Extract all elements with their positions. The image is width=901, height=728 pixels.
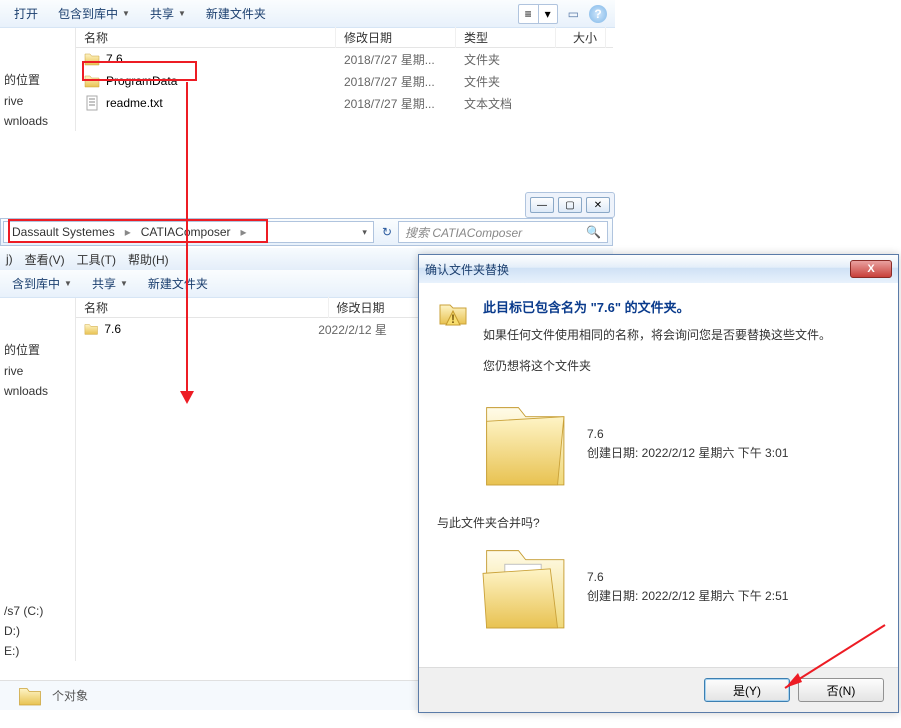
- sidebar-item[interactable]: D:): [0, 621, 75, 641]
- list-item[interactable]: readme.txt 2018/7/27 星期... 文本文档: [76, 92, 613, 114]
- preview-pane-icon[interactable]: ▭: [568, 7, 579, 21]
- chevron-right-icon[interactable]: ▸: [123, 225, 133, 239]
- folder-icon: [84, 321, 98, 337]
- window-controls: — ▢ ✕: [525, 192, 615, 218]
- menu-view[interactable]: 查看(V): [25, 251, 65, 268]
- sidebar-item[interactable]: rive: [0, 91, 75, 111]
- confirm-folder-replace-dialog: 确认文件夹替换 X ! 此目标已包含名为 "7.6" 的文件夹。 如果任何文件使…: [418, 254, 899, 713]
- text-file-icon: [84, 95, 100, 111]
- column-headers-bottom: 名称 修改日期: [76, 298, 426, 318]
- view-mode-button[interactable]: ≡▾: [518, 4, 558, 24]
- folder-info-source: 7.6 创建日期: 2022/2/12 星期六 下午 2:51: [477, 537, 880, 637]
- folder-icon: [18, 684, 42, 708]
- col-type[interactable]: 类型: [456, 27, 556, 48]
- sidebar-item[interactable]: wnloads: [0, 111, 75, 131]
- sidebar-item[interactable]: wnloads: [0, 381, 75, 401]
- sidebar-item[interactable]: 的位置: [0, 68, 75, 91]
- list-item[interactable]: 7.6 2022/2/12 星: [76, 318, 426, 340]
- dialog-title: 确认文件夹替换: [425, 261, 509, 278]
- search-placeholder: 搜索 CATIAComposer: [405, 224, 522, 241]
- folder-created: 创建日期: 2022/2/12 星期六 下午 2:51: [587, 587, 788, 606]
- menu-edit-fragment[interactable]: j): [6, 252, 13, 266]
- yes-button[interactable]: 是(Y): [704, 678, 790, 702]
- folder-large-icon: [477, 394, 569, 494]
- search-input[interactable]: 搜索 CATIAComposer 🔍: [398, 221, 608, 243]
- include-library-button[interactable]: 包含到库中▼: [52, 3, 136, 24]
- address-dropdown[interactable]: ▾: [356, 227, 373, 238]
- address-bar: Dassault Systemes ▸ CATIAComposer ▸ ▾ ↻ …: [0, 218, 613, 246]
- minimize-button[interactable]: —: [530, 197, 554, 213]
- file-name: ProgramData: [106, 74, 344, 88]
- dialog-explain: 如果任何文件使用相同的名称，将会询问您是否要替换这些文件。: [483, 326, 880, 343]
- dialog-merge-text: 与此文件夹合并吗?: [437, 514, 880, 531]
- chevron-right-icon[interactable]: ▸: [239, 225, 249, 239]
- refresh-icon[interactable]: ↻: [376, 225, 398, 239]
- dialog-headline: 此目标已包含名为 "7.6" 的文件夹。: [483, 297, 880, 316]
- file-date: 2018/7/27 星期...: [344, 73, 464, 90]
- file-name: 7.6: [104, 322, 318, 336]
- sidebar-item[interactable]: E:): [0, 641, 75, 661]
- breadcrumb-item[interactable]: Dassault Systemes: [4, 222, 123, 242]
- col-size[interactable]: 大小: [556, 27, 606, 48]
- col-name[interactable]: 名称: [76, 27, 336, 48]
- folder-info-target: 7.6 创建日期: 2022/2/12 星期六 下午 3:01: [477, 394, 880, 494]
- sidebar-item[interactable]: rive: [0, 361, 75, 381]
- file-date: 2018/7/27 星期...: [344, 51, 464, 68]
- list-item[interactable]: ProgramData 2018/7/27 星期... 文件夹: [76, 70, 613, 92]
- col-name[interactable]: 名称: [76, 297, 329, 318]
- file-list-top: 7.6 2018/7/27 星期... 文件夹 ProgramData 2018…: [76, 48, 613, 114]
- list-item[interactable]: 7.6 2018/7/27 星期... 文件夹: [76, 48, 613, 70]
- toolbar-top: 打开 包含到库中▼ 共享▼ 新建文件夹 ≡▾ ▭ ?: [0, 0, 615, 28]
- new-folder-button[interactable]: 新建文件夹: [142, 273, 214, 294]
- menu-help[interactable]: 帮助(H): [128, 251, 169, 268]
- file-name: 7.6: [106, 52, 344, 66]
- no-button[interactable]: 否(N): [798, 678, 884, 702]
- new-folder-button[interactable]: 新建文件夹: [200, 3, 272, 24]
- open-button[interactable]: 打开: [8, 3, 44, 24]
- close-button[interactable]: ✕: [586, 197, 610, 213]
- col-date[interactable]: 修改日期: [329, 297, 426, 318]
- help-icon[interactable]: ?: [589, 5, 607, 23]
- menu-tools[interactable]: 工具(T): [77, 251, 116, 268]
- folder-icon: [84, 51, 100, 67]
- include-library-button[interactable]: 含到库中▼: [6, 273, 78, 294]
- share-button[interactable]: 共享▼: [144, 3, 192, 24]
- share-button[interactable]: 共享▼: [86, 273, 134, 294]
- search-icon[interactable]: 🔍: [586, 225, 601, 239]
- status-text: 个对象: [52, 687, 88, 704]
- dialog-close-button[interactable]: X: [850, 260, 892, 278]
- column-headers-top: 名称 修改日期 类型 大小: [76, 28, 613, 48]
- folder-created: 创建日期: 2022/2/12 星期六 下午 3:01: [587, 444, 788, 463]
- warning-icon: !: [437, 297, 469, 329]
- sidebar-item[interactable]: /s7 (C:): [0, 601, 75, 621]
- annotation-arrow-down: [186, 82, 188, 392]
- breadcrumb[interactable]: Dassault Systemes ▸ CATIAComposer ▸ ▾: [3, 221, 374, 243]
- file-date: 2018/7/27 星期...: [344, 95, 464, 112]
- dialog-titlebar: 确认文件夹替换 X: [419, 255, 898, 283]
- sidebar-bottom: 的位置 rive wnloads /s7 (C:) D:) E:): [0, 298, 76, 661]
- folder-open-large-icon: [477, 537, 569, 637]
- file-type: 文件夹: [464, 51, 564, 68]
- file-type: 文本文档: [464, 95, 564, 112]
- folder-name: 7.6: [587, 425, 788, 444]
- sidebar-top: 的位置 rive wnloads: [0, 28, 76, 131]
- file-list-bottom: 7.6 2022/2/12 星: [76, 318, 426, 340]
- sidebar-item[interactable]: 的位置: [0, 338, 75, 361]
- file-type: 文件夹: [464, 73, 564, 90]
- maximize-button[interactable]: ▢: [558, 197, 582, 213]
- file-name: readme.txt: [106, 96, 344, 110]
- dialog-keep-text: 您仍想将这个文件夹: [483, 357, 880, 374]
- col-date[interactable]: 修改日期: [336, 27, 456, 48]
- folder-icon: [84, 73, 100, 89]
- file-date: 2022/2/12 星: [318, 321, 426, 338]
- dialog-button-row: 是(Y) 否(N): [419, 667, 898, 712]
- folder-name: 7.6: [587, 568, 788, 587]
- svg-text:!: !: [451, 312, 455, 326]
